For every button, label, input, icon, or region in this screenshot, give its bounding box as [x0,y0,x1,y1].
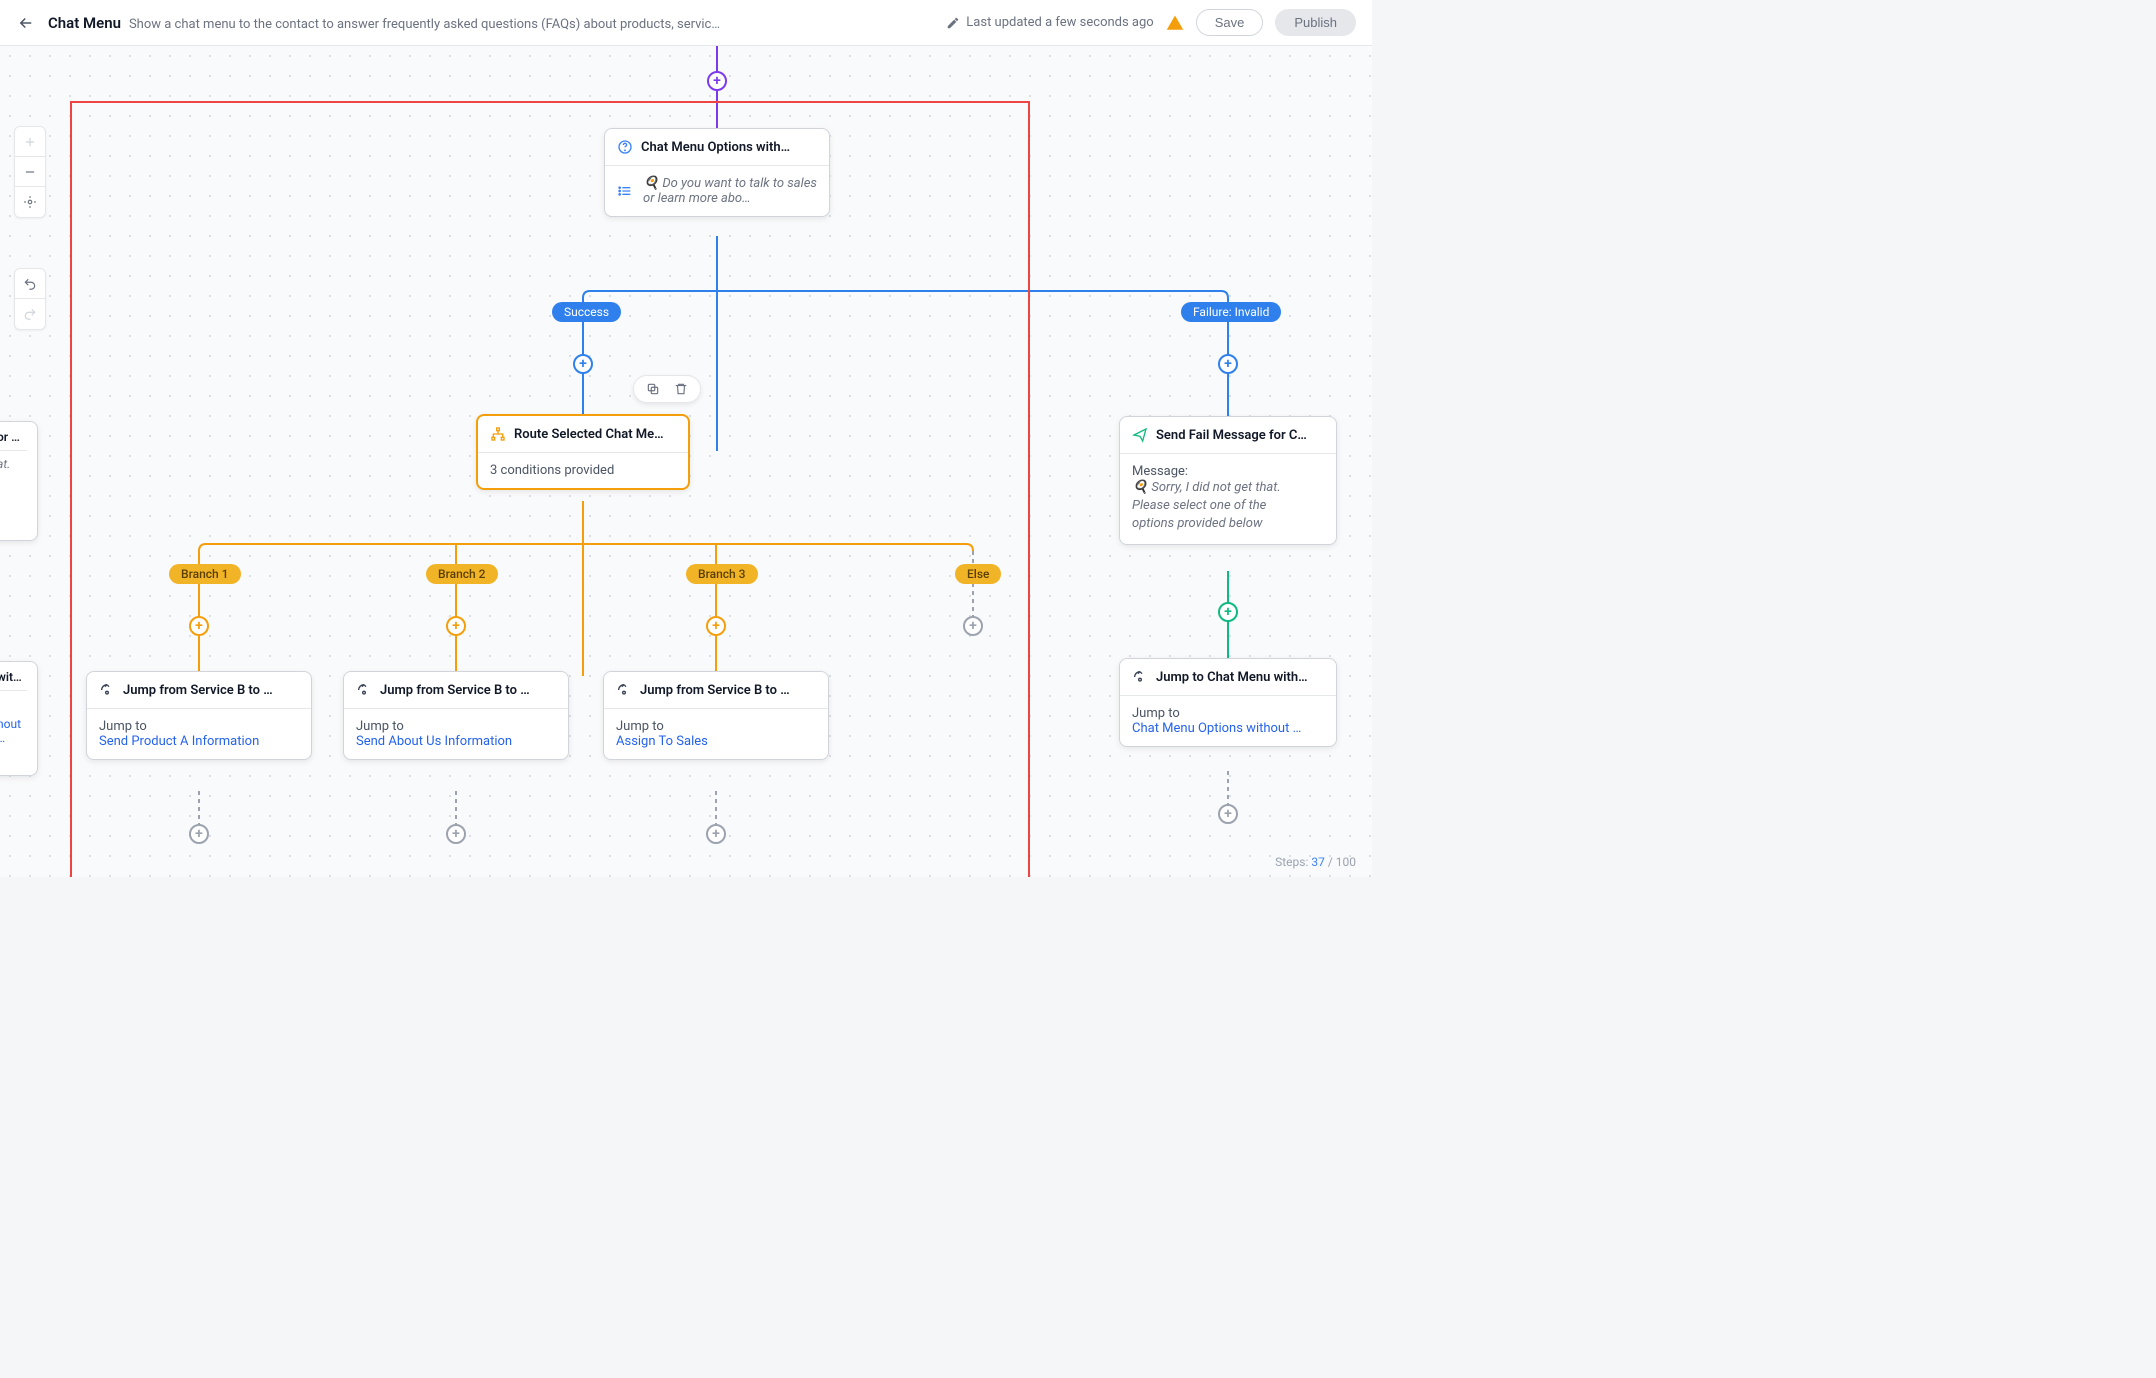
pill-branch-3: Branch 3 [686,564,758,584]
zoom-out-button[interactable] [15,157,45,187]
jump-target-link[interactable]: Send About Us Information [356,734,556,749]
pencil-icon [946,16,960,30]
save-button[interactable]: Save [1196,9,1264,36]
page-description: Show a chat menu to the contact to answe… [129,17,720,32]
add-step-top[interactable]: + [707,71,727,91]
node-preview-text: 🍳 Do you want to talk to sales or learn … [643,176,817,206]
page-title: Chat Menu [48,14,121,32]
add-step-after-jump-1[interactable]: + [189,824,209,844]
list-icon [617,183,633,199]
node-send-fail-message[interactable]: Send Fail Message for C… Message: 🍳 Sorr… [1119,416,1337,545]
redo-button[interactable] [15,299,45,329]
jump-target-link[interactable]: Assign To Sales [616,734,816,749]
add-step-else[interactable]: + [963,616,983,636]
header-bar: Chat Menu Show a chat menu to the contac… [0,0,1372,46]
node-jump-branch-3[interactable]: Jump from Service B to … Jump to Assign … [603,671,829,760]
branch-icon [490,426,506,442]
jump-target-link[interactable]: Send Product A Information [99,734,299,749]
pill-success: Success [552,302,621,322]
steps-counter: Steps: 37 / 100 [1275,855,1356,869]
pill-else: Else [955,564,1001,584]
pill-branch-2: Branch 2 [426,564,498,584]
back-button[interactable] [16,13,36,33]
jump-target-link[interactable]: Chat Menu Options without … [1132,721,1324,736]
node-chat-menu-options[interactable]: Chat Menu Options with… 🍳 Do you want to… [604,128,830,217]
jump-icon [1132,669,1148,685]
add-step-branch-2[interactable]: + [446,616,466,636]
add-step-success[interactable]: + [573,354,593,374]
node-offscreen-2[interactable]: with… nout … [0,661,38,776]
warning-icon[interactable] [1166,14,1184,32]
question-icon [617,139,633,155]
send-icon [1132,427,1148,443]
node-offscreen-1[interactable]: or C… at. [0,421,38,541]
node-jump-to-chat-menu[interactable]: Jump to Chat Menu with… Jump to Chat Men… [1119,658,1337,747]
add-step-branch-3[interactable]: + [706,616,726,636]
pill-branch-1: Branch 1 [169,564,241,584]
undo-button[interactable] [15,269,45,299]
flow-canvas[interactable]: Steps: 37 / 100 + Chat Menu Option [0,46,1372,877]
message-label: Message: [1132,464,1324,479]
jump-icon [616,682,632,698]
add-step-after-jump-3[interactable]: + [706,824,726,844]
last-updated: Last updated a few seconds ago [946,15,1153,30]
add-step-after-fail[interactable]: + [1218,602,1238,622]
publish-button[interactable]: Publish [1275,9,1356,36]
pill-failure: Failure: Invalid [1181,302,1281,322]
canvas-toolbar [14,126,46,330]
recenter-button[interactable] [15,187,45,217]
delete-node-button[interactable] [672,380,690,398]
jump-icon [356,682,372,698]
node-subtitle: 3 conditions provided [490,463,614,478]
add-step-after-jump-2[interactable]: + [446,824,466,844]
node-route-selected-chat-menu[interactable]: Route Selected Chat Me… 3 conditions pro… [476,414,690,490]
zoom-in-button[interactable] [15,127,45,157]
duplicate-node-button[interactable] [644,380,662,398]
node-jump-branch-1[interactable]: Jump from Service B to … Jump to Send Pr… [86,671,312,760]
node-action-toolbar [633,375,701,403]
add-step-failure[interactable]: + [1218,354,1238,374]
jump-icon [99,682,115,698]
add-step-after-jump-back[interactable]: + [1218,804,1238,824]
node-jump-branch-2[interactable]: Jump from Service B to … Jump to Send Ab… [343,671,569,760]
add-step-branch-1[interactable]: + [189,616,209,636]
